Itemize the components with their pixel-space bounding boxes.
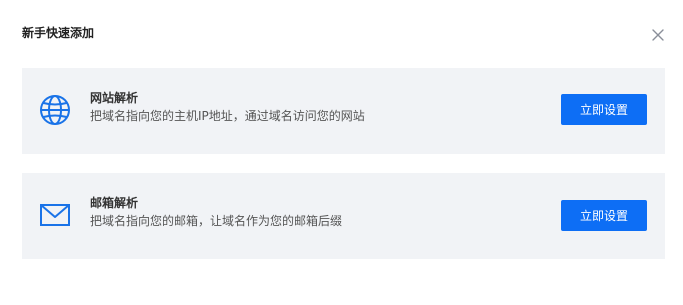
card-title: 邮箱解析 (90, 196, 139, 210)
globe-icon (39, 94, 71, 126)
email-card-text: 邮箱解析 把域名指向您的邮箱，让域名作为您的邮箱后缀 (90, 195, 342, 229)
email-resolution-card: 邮箱解析 把域名指向您的邮箱，让域名作为您的邮箱后缀 立即设置 (22, 173, 665, 259)
email-setup-button[interactable]: 立即设置 (561, 200, 647, 231)
card-title: 网站解析 (90, 91, 139, 105)
website-setup-button[interactable]: 立即设置 (561, 94, 647, 125)
website-resolution-card: 网站解析 把域名指向您的主机IP地址，通过域名访问您的网站 立即设置 (22, 68, 665, 154)
mail-icon (39, 199, 71, 231)
close-icon[interactable] (651, 27, 665, 41)
dialog-title: 新手快速添加 (22, 26, 95, 40)
card-description: 把域名指向您的邮箱，让域名作为您的邮箱后缀 (90, 214, 343, 228)
website-card-text: 网站解析 把域名指向您的主机IP地址，通过域名访问您的网站 (90, 90, 365, 124)
quick-add-dialog: 新手快速添加 网站解析 把域名指向您的主机IP地址，通过域名访问您的网站 立即设… (0, 0, 683, 305)
card-description: 把域名指向您的主机IP地址，通过域名访问您的网站 (90, 109, 365, 123)
